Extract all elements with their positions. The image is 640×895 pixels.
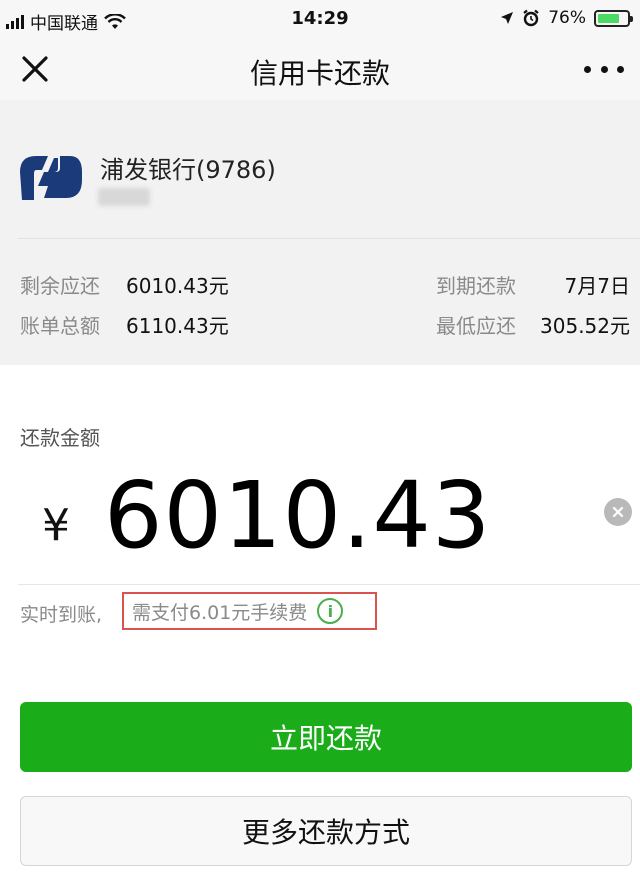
blurred-cardholder	[98, 188, 150, 206]
amount-label: 还款金额	[20, 426, 100, 450]
remaining-label: 剩余应还	[20, 274, 100, 298]
due-label: 到期还款	[436, 274, 516, 298]
min-value: 305.52元	[540, 314, 630, 338]
battery-icon	[594, 9, 633, 27]
divider	[18, 238, 640, 239]
card-info-panel: 浦发银行(9786) 剩余应还 6010.43元 到期还款 7月7日 账单总额 …	[0, 100, 640, 365]
bill-value: 6110.43元	[126, 314, 229, 338]
due-value: 7月7日	[564, 274, 630, 298]
min-label: 最低应还	[436, 314, 516, 338]
realtime-text: 实时到账,	[20, 604, 103, 626]
fee-text: 需支付6.01元手续费	[132, 601, 308, 624]
fee-notice: 需支付6.01元手续费 i	[122, 592, 377, 630]
status-bar: 中国联通 14:29 76%	[0, 0, 640, 38]
more-methods-button[interactable]: 更多还款方式	[20, 796, 632, 866]
bill-label: 账单总额	[20, 314, 100, 338]
divider	[18, 584, 640, 585]
page-title: 信用卡还款	[249, 57, 390, 90]
clear-icon[interactable]	[604, 498, 632, 526]
info-icon[interactable]: i	[317, 598, 344, 624]
remaining-value: 6010.43元	[126, 274, 229, 298]
location-icon	[501, 12, 514, 24]
nav-bar: 信用卡还款	[0, 38, 640, 100]
bank-name: 浦发银行(9786)	[100, 156, 276, 184]
alarm-icon	[523, 9, 539, 27]
battery-percent: 76%	[548, 8, 586, 28]
amount-input[interactable]: 6010.43	[104, 462, 491, 569]
more-icon[interactable]	[584, 56, 624, 82]
status-right: 76%	[500, 8, 633, 28]
spd-bank-logo	[20, 156, 82, 200]
currency-symbol: ¥	[42, 500, 70, 551]
repay-now-button[interactable]: 立即还款	[20, 702, 632, 772]
